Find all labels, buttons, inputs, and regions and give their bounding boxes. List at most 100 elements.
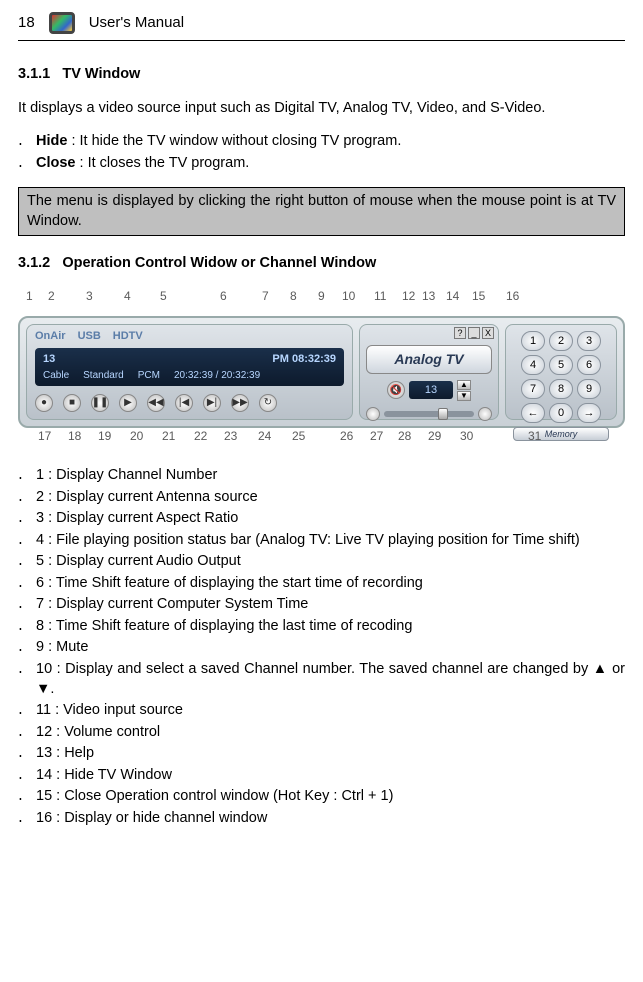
volume-knob[interactable]: [438, 408, 448, 420]
list-item: ․5 : Display current Audio Output: [18, 552, 625, 572]
callout: 25: [292, 428, 305, 444]
callout: 22: [194, 428, 207, 444]
mute-button[interactable]: 🔇: [387, 381, 405, 399]
key-2[interactable]: 2: [549, 331, 573, 351]
list-item: ․11 : Video input source: [18, 701, 625, 721]
bullet-icon: ․: [18, 595, 30, 615]
bullet-icon: ․: [18, 744, 30, 764]
toggle-channel-window-button[interactable]: [478, 407, 492, 421]
window-buttons: ? _ X: [454, 327, 494, 339]
bullet-icon: ․: [18, 574, 30, 594]
list-text: 7 : Display current Computer System Time: [36, 595, 625, 615]
volume-icon: [366, 407, 380, 421]
bullet-icon: ․: [18, 723, 30, 743]
list-item: ․4 : File playing position status bar (A…: [18, 531, 625, 551]
status-line: OnAir USB HDTV: [35, 329, 344, 344]
list-text: 3 : Display current Aspect Ratio: [36, 509, 625, 529]
key-0[interactable]: 0: [549, 403, 573, 423]
list-text: 2 : Display current Antenna source: [36, 488, 625, 508]
key-back[interactable]: ←: [521, 403, 545, 423]
hide-close-list: ․ Hide : It hide the TV window without c…: [18, 132, 625, 173]
key-6[interactable]: 6: [577, 355, 601, 375]
number-keypad: 1 2 3 4 5 6 7 8 9 ← 0 →: [521, 331, 601, 423]
bullet-icon: ․: [18, 488, 30, 508]
list-item: ․ 15 : Close Operation control window (Ho…: [18, 787, 625, 807]
keypad-section: 1 2 3 4 5 6 7 8 9 ← 0 → Memory: [505, 324, 617, 420]
volume-slider[interactable]: [384, 411, 474, 417]
callout: 12: [402, 288, 415, 304]
channel-up-button[interactable]: ▲: [457, 380, 471, 390]
prev-button[interactable]: |◀: [175, 394, 193, 412]
channel-number: 13: [43, 352, 55, 367]
channel-down-button[interactable]: ▼: [457, 391, 471, 401]
callout: 10: [342, 288, 355, 304]
callout: 8: [290, 288, 297, 304]
bottom-callouts: 17 18 19 20 21 22 23 24 25 26 27 28 29 3…: [18, 428, 625, 456]
callout: 14: [446, 288, 459, 304]
callout: 7: [262, 288, 269, 304]
list-text: 14 : Hide TV Window: [36, 766, 625, 786]
bullet-icon: ․: [18, 466, 30, 486]
callout: 26: [340, 428, 353, 444]
play-position: 20:32:39 / 20:32:39: [174, 369, 260, 383]
source-button[interactable]: Analog TV: [366, 345, 492, 374]
bullet-icon: ․: [18, 617, 30, 637]
list-item: ․ 8 : Time Shift feature of displaying th…: [18, 617, 625, 637]
key-1[interactable]: 1: [521, 331, 545, 351]
minimize-button[interactable]: _: [468, 327, 480, 339]
key-5[interactable]: 5: [549, 355, 573, 375]
play-button[interactable]: ▶: [119, 394, 137, 412]
list-text: 5 : Display current Audio Output: [36, 552, 625, 572]
channel-spinner: 🔇 13 ▲ ▼: [366, 380, 492, 401]
list-item: ․1 : Display Channel Number: [18, 466, 625, 486]
ffwd-button[interactable]: ▶▶: [231, 394, 249, 412]
key-forward[interactable]: →: [577, 403, 601, 423]
source-section: ? _ X Analog TV 🔇 13 ▲ ▼: [359, 324, 499, 420]
list-text: 10 : Display and select a saved Channel …: [36, 660, 625, 699]
manual-title: User's Manual: [89, 13, 184, 33]
note-box: The menu is displayed by clicking the ri…: [18, 187, 625, 236]
close-button[interactable]: X: [482, 327, 494, 339]
list-item: ․13 : Help: [18, 744, 625, 764]
list-item: ․ 2 : Display current Antenna source: [18, 488, 625, 508]
stop-button[interactable]: ■: [63, 394, 81, 412]
antenna-source: Cable: [43, 369, 69, 383]
key-8[interactable]: 8: [549, 379, 573, 399]
list-text: 8 : Time Shift feature of displaying the…: [36, 617, 625, 637]
list-item: ․10 : Display and select a saved Channel…: [18, 660, 625, 699]
lcd-section: OnAir USB HDTV 13 PM 08:32:39 Cable Stan…: [26, 324, 353, 420]
callout: 23: [224, 428, 237, 444]
bullet-icon: ․: [18, 660, 30, 699]
rewind-button[interactable]: ◀◀: [147, 394, 165, 412]
section-title: TV Window: [62, 66, 140, 82]
top-callouts: 1 2 3 4 5 6 7 8 9 10 11 12 13 14 15 16: [18, 288, 625, 316]
lcd-display: 13 PM 08:32:39 Cable Standard PCM 20:32:…: [35, 348, 344, 386]
key-7[interactable]: 7: [521, 379, 545, 399]
volume-control: [366, 407, 492, 421]
bullet-icon: ․: [18, 787, 30, 807]
usb-label: USB: [78, 329, 101, 344]
callout: 3: [86, 288, 93, 304]
list-text: 11 : Video input source: [36, 701, 625, 721]
key-3[interactable]: 3: [577, 331, 601, 351]
callout: 13: [422, 288, 435, 304]
repeat-button[interactable]: ↻: [259, 394, 277, 412]
list-text: 9 : Mute: [36, 638, 625, 658]
callout: 19: [98, 428, 111, 444]
callout: 5: [160, 288, 167, 304]
list-item: ․3 : Display current Aspect Ratio: [18, 509, 625, 529]
list-item: ․16 : Display or hide channel window: [18, 809, 625, 829]
list-text: 15 : Close Operation control window (Hot…: [36, 787, 625, 807]
next-button[interactable]: ▶|: [203, 394, 221, 412]
callout: 27: [370, 428, 383, 444]
record-button[interactable]: ●: [35, 394, 53, 412]
key-4[interactable]: 4: [521, 355, 545, 375]
callout: 16: [506, 288, 519, 304]
list-text: 4 : File playing position status bar (An…: [36, 531, 625, 551]
callout: 1: [26, 288, 33, 304]
key-9[interactable]: 9: [577, 379, 601, 399]
pause-button[interactable]: ❚❚: [91, 394, 109, 412]
hdtv-label: HDTV: [113, 329, 143, 344]
list-text: 12 : Volume control: [36, 723, 625, 743]
help-button[interactable]: ?: [454, 327, 466, 339]
